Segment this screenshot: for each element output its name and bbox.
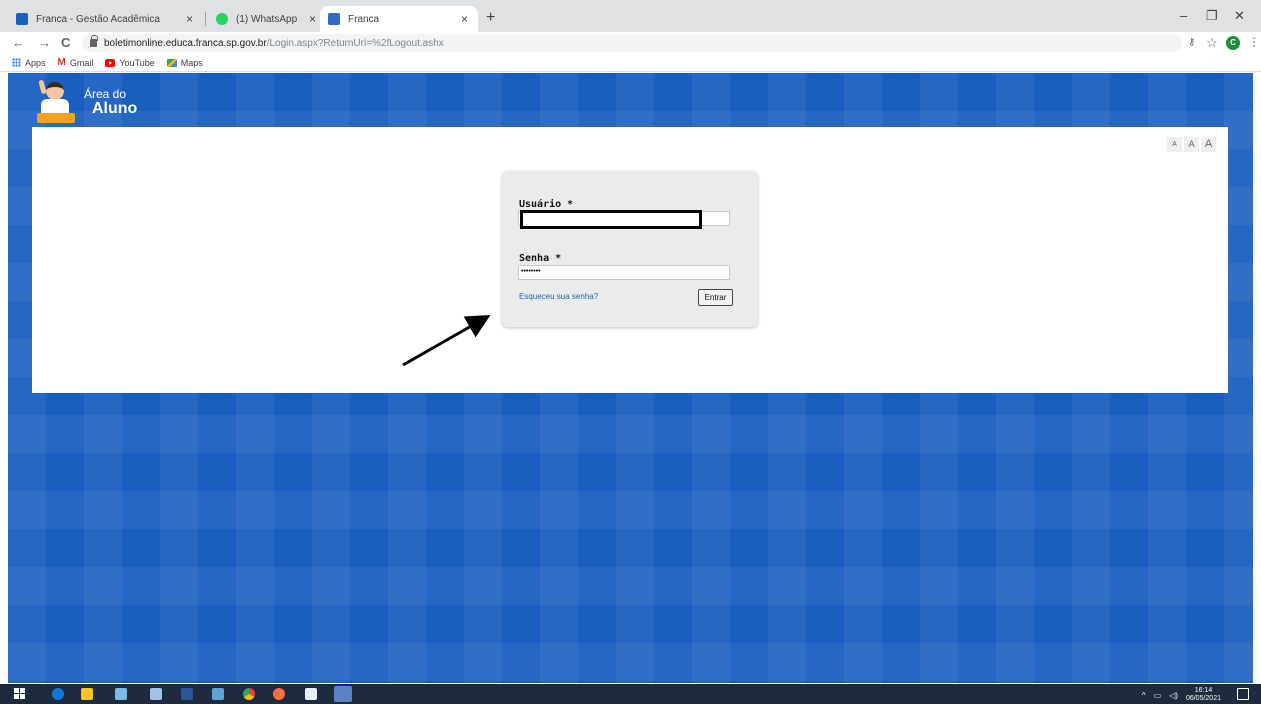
lock-icon[interactable] — [90, 35, 98, 47]
notifications-icon[interactable] — [1237, 688, 1249, 700]
bookmark-youtube[interactable]: YouTube — [105, 57, 155, 68]
bookmark-label: Gmail — [69, 57, 94, 68]
annotation-arrow-icon — [402, 315, 491, 367]
forward-button[interactable]: → — [38, 35, 51, 50]
tab-title: (1) WhatsApp — [236, 13, 298, 25]
bookmark-label: YouTube — [119, 57, 155, 68]
minimize-button[interactable]: – — [1180, 8, 1187, 23]
bookmark-apps[interactable]: Apps — [12, 58, 46, 68]
volume-icon[interactable]: ◁) — [1169, 691, 1178, 700]
teams-icon[interactable] — [334, 686, 352, 702]
font-normal-button[interactable]: A — [1184, 137, 1199, 152]
url-host: boletimonline.educa.franca.sp.gov.br — [104, 37, 267, 49]
username-label: Usuário * — [519, 199, 574, 210]
browser-toolbar: ← → C boletimonline.educa.franca.sp.gov.… — [0, 32, 1261, 54]
key-icon[interactable]: ⚷ — [1188, 37, 1195, 48]
clock[interactable]: 16:14 06/05/2021 — [1186, 687, 1221, 703]
close-tab-icon[interactable]: × — [309, 12, 316, 26]
address-bar[interactable]: boletimonline.educa.franca.sp.gov.br /Lo… — [82, 34, 1182, 52]
file-explorer-icon[interactable] — [81, 688, 93, 700]
notepad-icon[interactable] — [212, 688, 224, 700]
content-panel: A A A Usuário * Senha * •••••••• Esquece… — [32, 127, 1228, 393]
apps-icon — [12, 58, 21, 67]
font-increase-button[interactable]: A — [1201, 137, 1216, 152]
clock-date: 06/05/2021 — [1185, 695, 1221, 702]
tray-caret-icon[interactable]: ^ — [1142, 691, 1146, 700]
windows-start-icon[interactable] — [14, 688, 26, 700]
restore-button[interactable]: ❐ — [1206, 8, 1218, 24]
browser-menu-icon[interactable]: ⋮ — [1248, 35, 1260, 49]
password-input[interactable]: •••••••• — [518, 265, 730, 280]
tab-title: Franca - Gestão Acadêmica — [36, 13, 160, 25]
brand-title: Aluno — [92, 100, 138, 117]
franca-favicon-icon — [328, 13, 340, 25]
login-card: Usuário * Senha * •••••••• Esqueceu sua … — [502, 171, 758, 327]
paint-icon[interactable] — [115, 688, 127, 700]
paint3d-icon[interactable] — [150, 688, 162, 700]
whatsapp-favicon-icon — [216, 13, 228, 25]
bookmark-star-icon[interactable]: ☆ — [1206, 35, 1218, 51]
close-tab-icon[interactable]: × — [186, 12, 193, 26]
brand-subtitle: Área do — [84, 87, 127, 101]
firefox-icon[interactable] — [273, 688, 285, 700]
youtube-icon — [105, 58, 116, 67]
font-decrease-button[interactable]: A — [1167, 137, 1182, 152]
clock-time: 16:14 — [1194, 687, 1213, 694]
bookmark-gmail[interactable]: M Gmail — [58, 57, 94, 68]
login-submit-button[interactable]: Entrar — [698, 289, 733, 306]
url-path: /Login.aspx?ReturnUrl=%2fLogout.ashx — [266, 37, 444, 49]
browser-tab-strip: Franca - Gestão Acadêmica × (1) WhatsApp… — [0, 0, 1261, 32]
tab-whatsapp[interactable]: (1) WhatsApp × — [208, 6, 326, 32]
tab-title: Franca — [348, 13, 380, 25]
bookmark-label: Maps — [180, 57, 203, 68]
system-tray: ^ ▭ ◁) 16:14 06/05/2021 — [1142, 687, 1221, 703]
windows-taskbar: ^ ▭ ◁) 16:14 06/05/2021 — [0, 684, 1261, 704]
page-viewport: Área do Aluno A A A Usuário * Senha * ••… — [8, 73, 1253, 683]
word-icon[interactable] — [181, 688, 193, 700]
chrome-icon[interactable] — [243, 688, 255, 700]
bookmark-label: Apps — [25, 57, 46, 68]
franca-favicon-icon — [16, 13, 28, 25]
tab-separator — [205, 12, 206, 26]
mail-icon[interactable] — [305, 688, 317, 700]
bookmark-maps[interactable]: Maps — [166, 57, 203, 68]
password-label: Senha * — [519, 253, 562, 264]
tab-franca-active[interactable]: Franca × — [320, 6, 478, 32]
tab-franca-gestao[interactable]: Franca - Gestão Acadêmica × — [8, 6, 203, 32]
back-button[interactable]: ← — [12, 35, 25, 50]
close-window-button[interactable]: ✕ — [1234, 8, 1245, 24]
reload-button[interactable]: C — [61, 35, 70, 50]
bookmarks-bar: Apps M Gmail YouTube Maps — [0, 54, 1261, 72]
network-icon[interactable]: ▭ — [1154, 691, 1162, 700]
forgot-password-link[interactable]: Esqueceu sua senha? — [519, 292, 598, 301]
redaction-box — [520, 210, 702, 229]
new-tab-button[interactable]: + — [486, 9, 495, 27]
edge-icon[interactable] — [52, 688, 64, 700]
maps-icon — [166, 58, 177, 67]
profile-avatar[interactable]: C — [1226, 36, 1240, 50]
close-tab-icon[interactable]: × — [461, 12, 468, 26]
student-logo-icon — [37, 79, 85, 128]
font-size-controls: A A A — [1167, 137, 1216, 152]
gmail-icon: M — [57, 57, 66, 68]
